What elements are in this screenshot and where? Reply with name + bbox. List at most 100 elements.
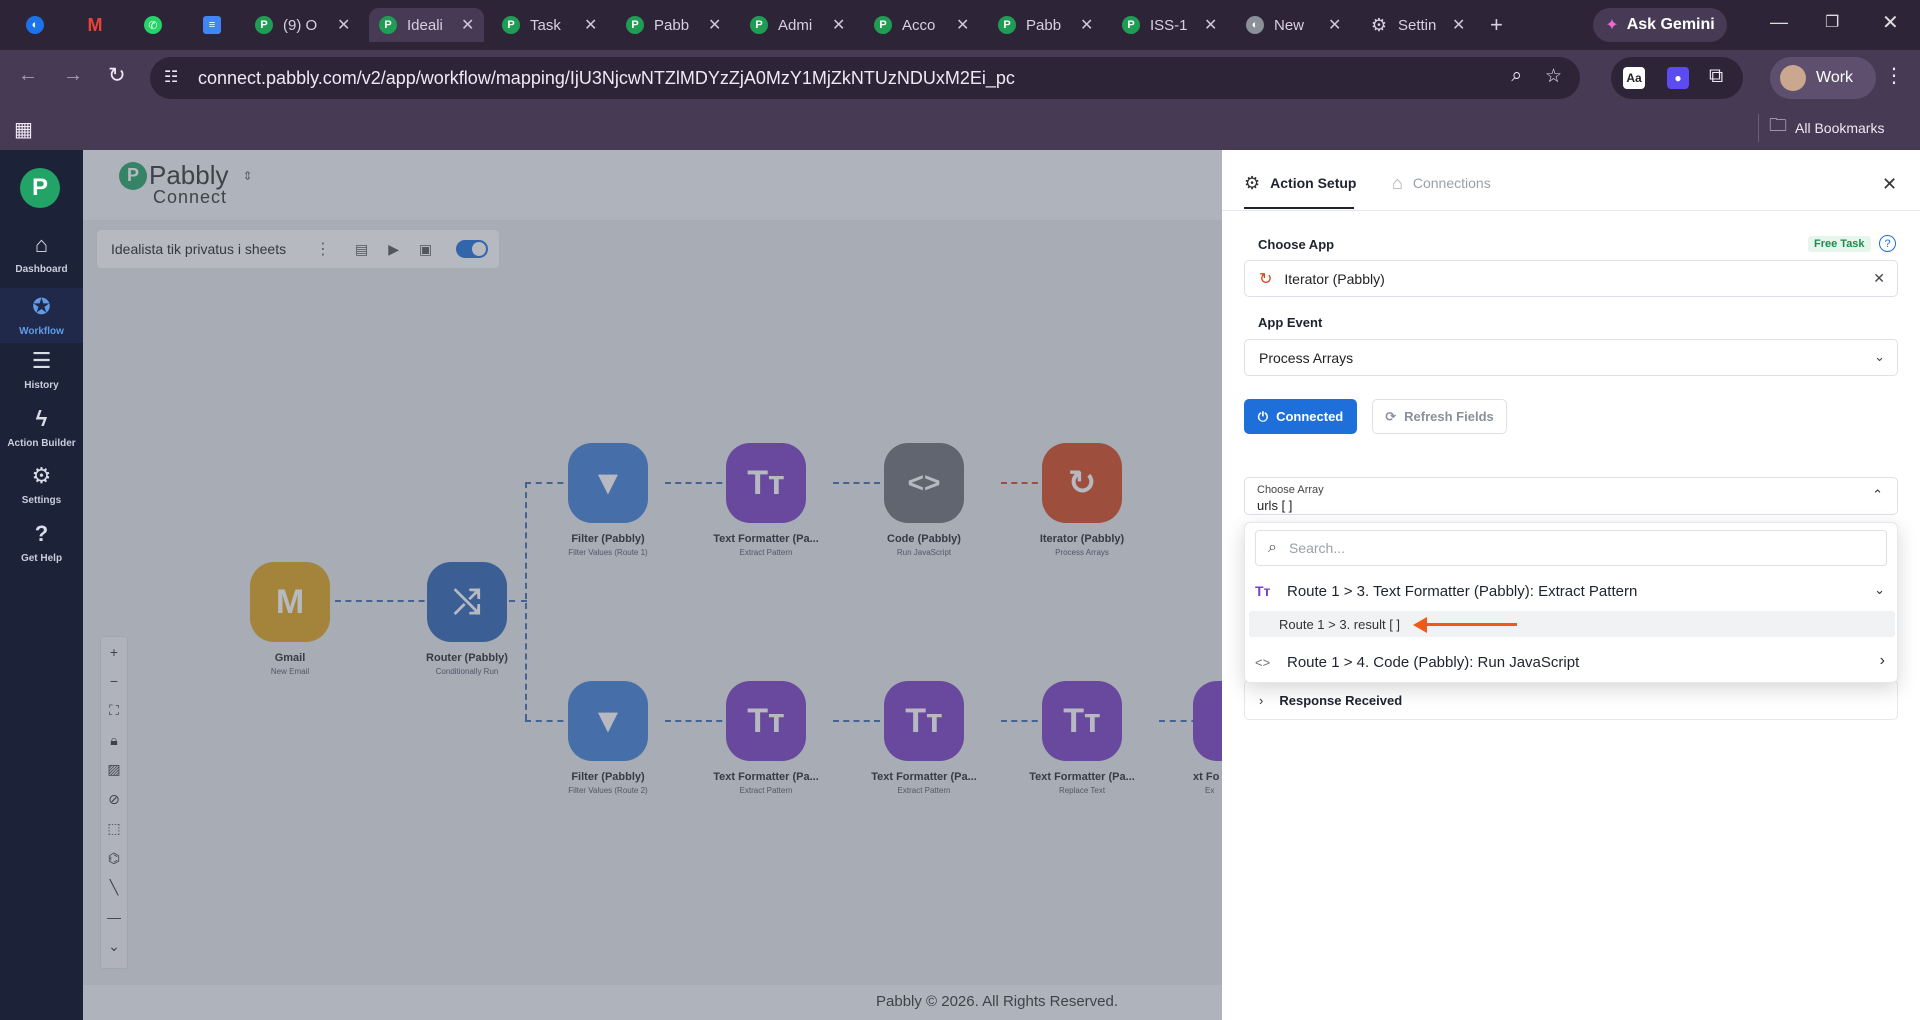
pabbly-logo-icon[interactable]: P <box>20 168 60 208</box>
url-text: connect.pabbly.com/v2/app/workflow/mappi… <box>198 67 1015 88</box>
all-bookmarks-button[interactable]: 🗀 All Bookmarks <box>1758 114 1884 142</box>
new-tab-button[interactable]: + <box>1490 8 1503 42</box>
tab-pabbly-1[interactable]: P (9) O ✕ <box>255 8 350 42</box>
workflow-icon: ✪ <box>32 294 51 319</box>
browser-tab-strip: ◐ M ✆ ≡ P (9) O ✕ P Ideali ✕ P Task ✕ P Pabb ✕ P… <box>0 0 1920 50</box>
puzzle-icon[interactable]: ⧉ <box>1709 65 1723 88</box>
chrome-icon: ◐ <box>1246 16 1264 34</box>
close-icon[interactable]: ✕ <box>1204 15 1217 35</box>
reader-extension-icon[interactable]: Aa <box>1623 67 1645 89</box>
restore-button[interactable]: ❐ <box>1825 12 1839 32</box>
pabbly-icon: P <box>379 16 397 34</box>
forward-arrow-icon[interactable]: → <box>63 64 83 87</box>
close-icon[interactable]: ✕ <box>1882 174 1897 195</box>
home-icon: ⌂ <box>34 232 49 257</box>
search-placeholder: Search... <box>1288 540 1345 556</box>
response-label: Response Received <box>1279 692 1403 708</box>
sidebar-item-action-builder[interactable]: ϟ Action Builder <box>0 406 83 449</box>
sidebar-label: History <box>24 380 59 391</box>
chevron-down-icon: ⌄ <box>1874 349 1885 364</box>
tab-title: Admi <box>778 16 813 34</box>
sidebar-item-dashboard[interactable]: ⌂ Dashboard <box>0 232 83 275</box>
reload-icon[interactable]: ↻ <box>108 63 126 88</box>
window-close-button[interactable]: ✕ <box>1882 10 1899 35</box>
refresh-icon: ⟳ <box>1385 408 1397 424</box>
extensions-group: Aa ● ⧉ <box>1611 57 1743 99</box>
profile-button[interactable]: Work <box>1770 57 1876 99</box>
pabbly-icon: P <box>874 16 892 34</box>
close-icon[interactable]: ✕ <box>956 15 969 35</box>
iterator-icon: ↻ <box>1259 270 1273 288</box>
recorder-extension-icon[interactable]: ● <box>1667 67 1689 89</box>
app-event-value: Process Arrays <box>1259 349 1354 366</box>
option-group-text-formatter[interactable]: Tт Route 1 > 3. Text Formatter (Pabbly):… <box>1245 573 1899 609</box>
choose-array-field[interactable]: Choose Array urls [ ] ⌃ <box>1244 477 1898 515</box>
connected-button[interactable]: ⏻ Connected <box>1244 399 1357 434</box>
star-icon[interactable]: ☆ <box>1545 65 1562 88</box>
address-bar[interactable]: ☷ connect.pabbly.com/v2/app/workflow/map… <box>150 57 1580 99</box>
choose-array-label: Choose Array <box>1257 484 1324 496</box>
help-icon[interactable]: ? <box>1879 235 1896 252</box>
tab-whatsapp[interactable]: ✆ <box>144 8 162 42</box>
app-value: Iterator (Pabbly) <box>1284 270 1385 287</box>
menu-kebab-icon[interactable]: ⋮ <box>1884 63 1904 88</box>
back-arrow-icon[interactable]: ← <box>18 64 38 87</box>
tab-pabbly-active[interactable]: P Ideali ✕ <box>369 8 484 42</box>
tab-chrome[interactable]: ◐ <box>26 8 44 42</box>
close-icon[interactable]: ✕ <box>1328 15 1341 35</box>
gmail-icon: M <box>87 14 103 35</box>
plug-icon: ⏻ <box>1257 408 1269 424</box>
annotation-arrow-line <box>1421 623 1517 626</box>
search-icon: ⌕ <box>1268 539 1277 556</box>
sidebar-item-settings[interactable]: ⚙ Settings <box>0 463 83 506</box>
apps-grid-icon[interactable]: ▦ <box>14 117 33 142</box>
option-group-code[interactable]: <> Route 1 > 4. Code (Pabbly): Run JavaS… <box>1245 645 1899 679</box>
option-route1-result[interactable]: Route 1 > 3. result [ ] <box>1249 611 1895 637</box>
sidebar-item-history[interactable]: ☰ History <box>0 348 83 391</box>
app-sidebar: P ⌂ Dashboard ✪ Workflow ☰ History ϟ Action … <box>0 150 83 1020</box>
tab-title: Settin <box>1398 16 1437 34</box>
tab-pabbly-7[interactable]: P Pabb ✕ <box>998 8 1093 42</box>
refresh-fields-button[interactable]: ⟳ Refresh Fields <box>1372 399 1507 434</box>
chevron-up-icon: ⌃ <box>1872 487 1883 502</box>
ask-gemini-button[interactable]: ✦ Ask Gemini <box>1593 8 1727 42</box>
divider <box>1222 210 1920 211</box>
sidebar-item-get-help[interactable]: ? Get Help <box>0 521 83 564</box>
tab-new[interactable]: ◐ New ✕ <box>1246 8 1341 42</box>
tab-action-setup[interactable]: ⚙ Action Setup <box>1244 170 1356 196</box>
close-icon[interactable]: ✕ <box>337 15 350 35</box>
minimize-button[interactable]: — <box>1770 12 1788 33</box>
pabbly-icon: P <box>998 16 1016 34</box>
tab-settings[interactable]: ⚙ Settin ✕ <box>1370 8 1465 42</box>
tab-title: Acco <box>902 16 936 34</box>
modal-backdrop[interactable] <box>83 150 1222 1020</box>
tab-connections[interactable]: ⌂ Connections <box>1392 170 1491 196</box>
site-info-icon[interactable]: ☷ <box>164 67 178 87</box>
close-icon[interactable]: ✕ <box>461 15 474 35</box>
pabbly-icon: P <box>750 16 768 34</box>
tab-pabbly-5[interactable]: P Admi ✕ <box>750 8 845 42</box>
tab-pabbly-3[interactable]: P Task ✕ <box>502 8 597 42</box>
sidebar-item-workflow[interactable]: ✪ Workflow <box>0 288 83 343</box>
close-icon[interactable]: ✕ <box>584 15 597 35</box>
tab-pabbly-6[interactable]: P Acco ✕ <box>874 8 969 42</box>
clear-icon[interactable]: ✕ <box>1873 270 1885 287</box>
tab-docs[interactable]: ≡ <box>203 8 221 42</box>
tab-pabbly-4[interactable]: P Pabb ✕ <box>626 8 721 42</box>
connected-label: Connected <box>1276 409 1344 424</box>
zoom-icon[interactable]: ⌕ <box>1511 65 1522 87</box>
sidebar-label: Workflow <box>19 326 64 337</box>
close-icon[interactable]: ✕ <box>832 15 845 35</box>
tab-title: New <box>1274 16 1305 34</box>
dropdown-search-input[interactable]: ⌕ Search... <box>1255 530 1887 566</box>
close-icon[interactable]: ✕ <box>1080 15 1093 35</box>
close-icon[interactable]: ✕ <box>1452 15 1465 35</box>
tab-gmail[interactable]: M <box>86 8 104 42</box>
tab-pabbly-8[interactable]: P ISS-1 ✕ <box>1122 8 1217 42</box>
response-received-row[interactable]: › Response Received <box>1244 680 1898 720</box>
close-icon[interactable]: ✕ <box>708 15 721 35</box>
chevron-right-icon: › <box>1259 692 1264 708</box>
app-event-select[interactable]: Process Arrays ⌄ <box>1244 339 1898 376</box>
choose-app-field[interactable]: ↻ Iterator (Pabbly) ✕ <box>1244 260 1898 297</box>
active-tab-indicator <box>1244 207 1354 209</box>
